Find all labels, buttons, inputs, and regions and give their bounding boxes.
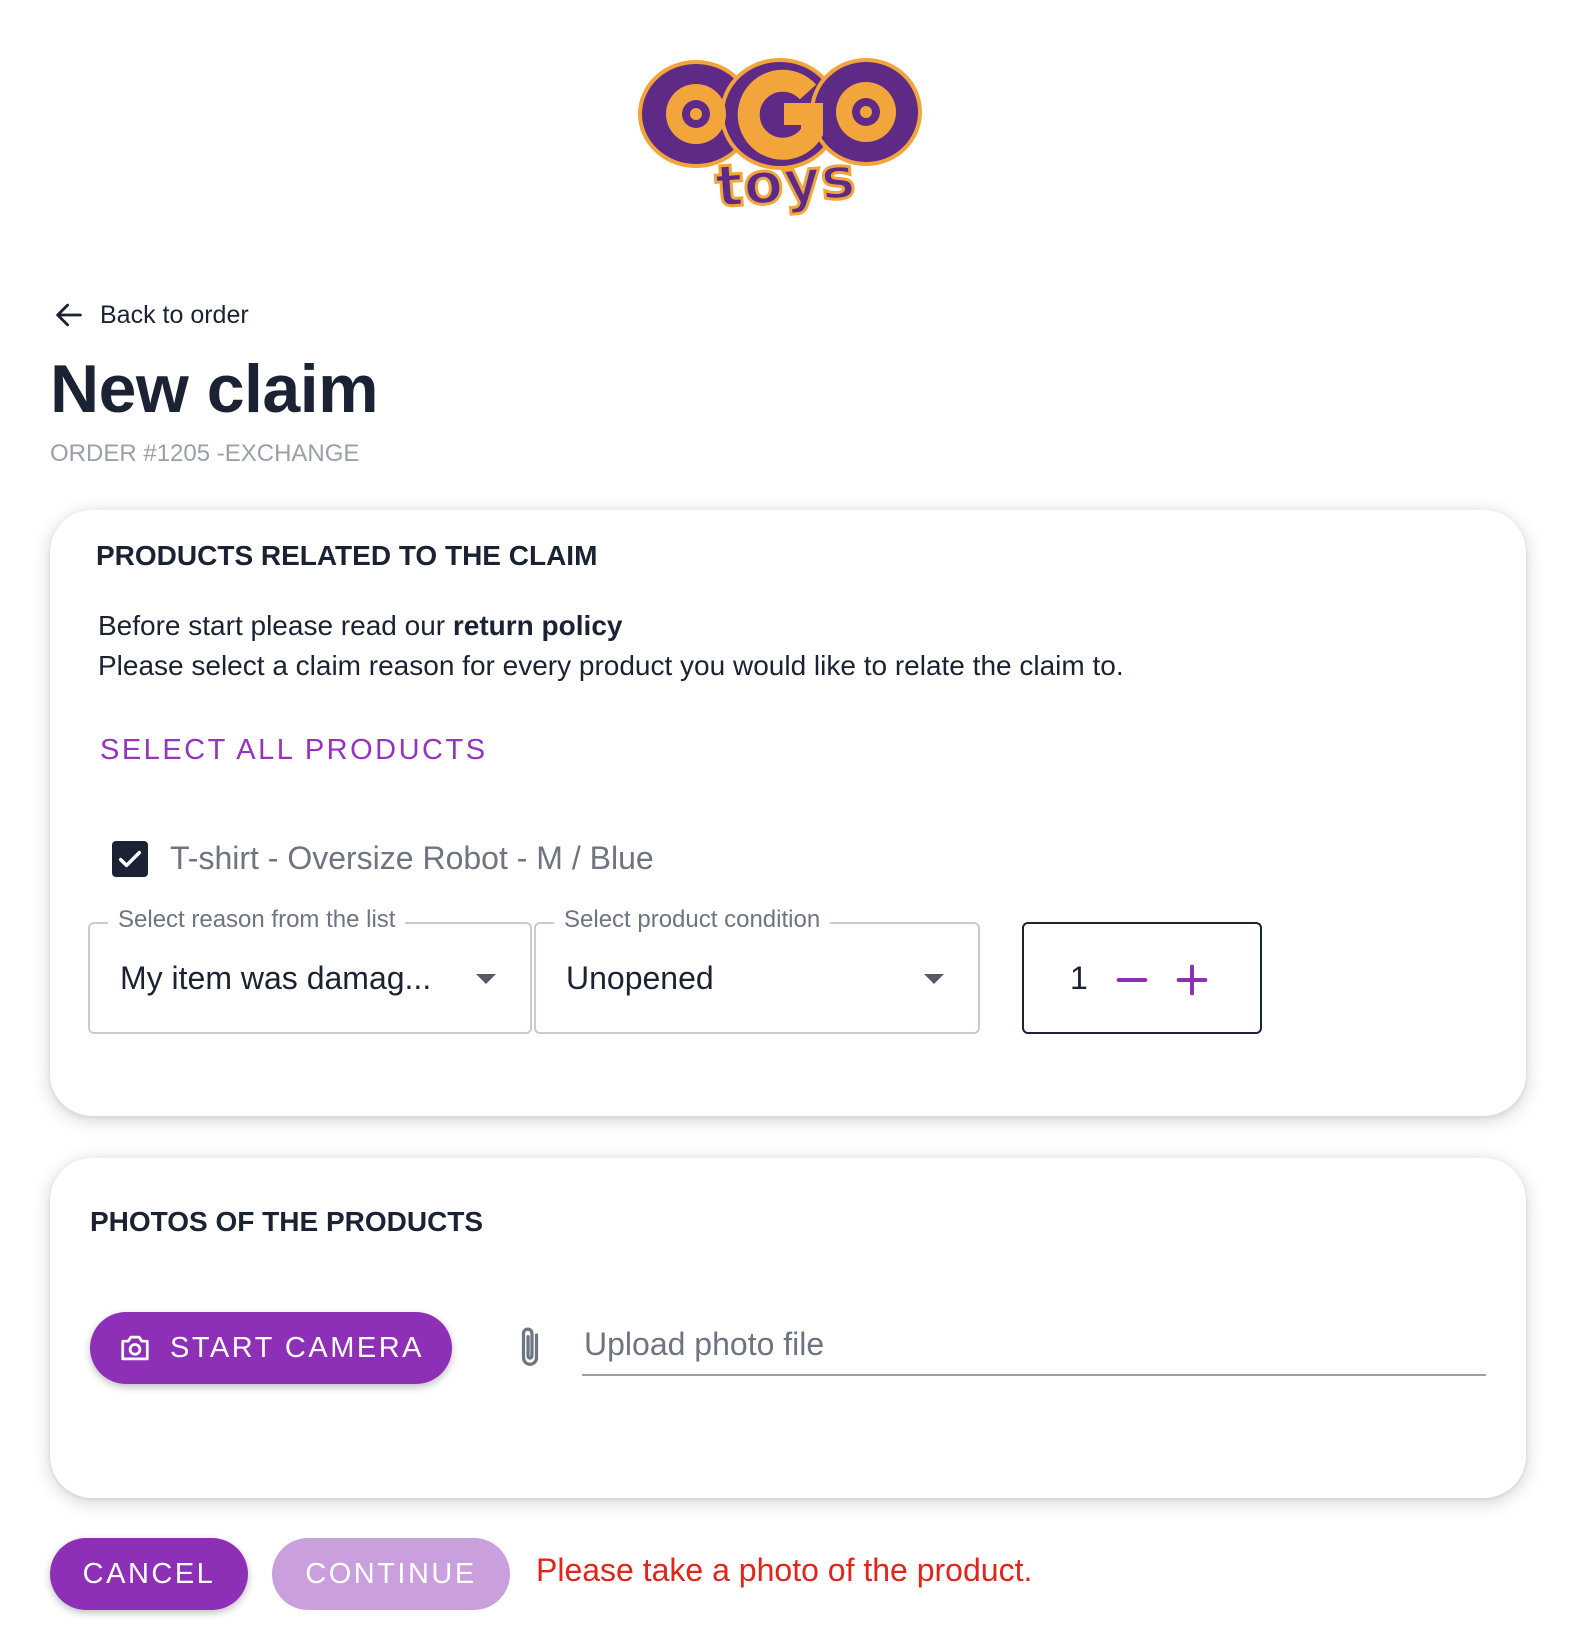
continue-button[interactable]: CONTINUE [272,1538,510,1610]
quantity-stepper: 1 [1022,922,1262,1034]
cancel-button[interactable]: CANCEL [50,1538,248,1610]
photos-card: PHOTOS OF THE PRODUCTS START CAMERA Uplo… [50,1158,1526,1498]
product-row: T-shirt - Oversize Robot - M / Blue [112,840,654,877]
upload-photo-input[interactable]: Upload photo file [582,1320,1486,1376]
brand-logo: toys [636,52,936,222]
intro-line-2: Please select a claim reason for every p… [98,650,1124,681]
page-title: New claim [50,351,379,427]
select-all-products-button[interactable]: SELECT ALL PRODUCTS [100,734,488,767]
product-checkbox[interactable] [112,840,148,877]
check-icon [118,850,142,867]
reason-select[interactable]: Select reason from the list My item was … [88,906,532,1034]
condition-select[interactable]: Select product condition Unopened [534,906,980,1034]
back-to-order-link[interactable]: Back to order [52,298,249,332]
quantity-value: 1 [1070,960,1088,996]
upload-photo-placeholder: Upload photo file [584,1326,825,1362]
caret-down-icon [476,974,496,984]
caret-down-icon [924,974,944,984]
camera-icon [121,1335,149,1361]
return-policy-link[interactable]: return policy [453,610,623,641]
intro-prefix: Before start please read our [98,610,453,641]
condition-select-value: Unopened [566,960,714,996]
order-subtitle: ORDER #1205 -EXCHANGE [50,440,360,467]
error-message: Please take a photo of the product. [536,1552,1033,1588]
logo-word: toys [713,143,857,221]
product-name: T-shirt - Oversize Robot - M / Blue [170,840,654,876]
reason-select-label: Select reason from the list [108,906,406,934]
start-camera-button[interactable]: START CAMERA [90,1312,452,1384]
minus-icon[interactable] [1112,960,1152,1000]
photos-section-title: PHOTOS OF THE PRODUCTS [90,1206,484,1237]
products-card: PRODUCTS RELATED TO THE CLAIM Before sta… [50,510,1526,1116]
start-camera-label: START CAMERA [170,1331,424,1364]
arrow-left-icon [56,303,82,327]
plus-icon[interactable] [1172,960,1212,1000]
paperclip-icon[interactable] [510,1322,550,1374]
back-link-label: Back to order [100,300,249,329]
products-intro: Before start please read our return poli… [98,606,1124,686]
condition-select-label: Select product condition [554,906,831,934]
reason-select-value: My item was damag... [120,960,432,996]
products-section-title: PRODUCTS RELATED TO THE CLAIM [96,540,598,571]
